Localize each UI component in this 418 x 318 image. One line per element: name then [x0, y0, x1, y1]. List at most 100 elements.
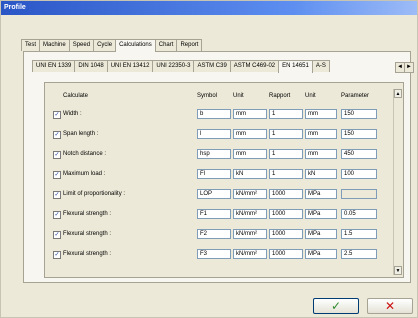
parameter-field[interactable]: 2.5: [341, 249, 377, 259]
unit-field[interactable]: mm: [233, 109, 267, 119]
tab-en-14651[interactable]: EN 14651: [278, 60, 313, 73]
calculate-checkbox[interactable]: ✓: [53, 251, 61, 259]
row-label: Span length :: [63, 131, 99, 137]
parameter-field[interactable]: 0.05: [341, 209, 377, 219]
scroll-down-icon[interactable]: ▼: [394, 266, 402, 275]
unit2-field[interactable]: MPa: [305, 229, 337, 239]
check-icon: ✓: [330, 299, 342, 313]
window-title: Profile: [1, 1, 417, 15]
tab-speed[interactable]: Speed: [68, 39, 95, 51]
row-label: Flexural strength :: [63, 231, 112, 237]
parameter-field[interactable]: 1.5: [341, 229, 377, 239]
symbol-field[interactable]: b: [197, 109, 231, 119]
calculate-checkbox[interactable]: ✓: [53, 191, 61, 199]
unit-field[interactable]: kN/mm²: [233, 249, 267, 259]
calculate-checkbox[interactable]: ✓: [53, 171, 61, 179]
tab-a-s[interactable]: A-S: [311, 60, 330, 72]
rapport-field[interactable]: 1000: [269, 249, 303, 259]
top-tab-strip: Test Machine Speed Cycle Calculations Ch…: [21, 39, 203, 52]
tab-cycle[interactable]: Cycle: [93, 39, 117, 51]
cancel-button[interactable]: ✕: [367, 298, 413, 314]
rapport-field[interactable]: 1000: [269, 209, 303, 219]
tab-scroll-arrows: ◄ ►: [395, 62, 414, 73]
parameters-grid: Calculate Symbol Unit Rapport Unit Param…: [44, 82, 404, 278]
table-row: ✓ Maximum load : Fl kN 1 kN 100: [45, 167, 385, 183]
row-label: Limit of proportionality :: [63, 191, 126, 197]
tab-uni-en-13412[interactable]: UNI EN 13412: [106, 60, 154, 72]
parameter-field[interactable]: 450: [341, 149, 377, 159]
close-icon: ✕: [384, 299, 396, 313]
rapport-field[interactable]: 1: [269, 129, 303, 139]
vertical-scrollbar[interactable]: ▲ ▼: [393, 89, 403, 275]
symbol-field[interactable]: Fl: [197, 169, 231, 179]
tab-chart[interactable]: Chart: [154, 39, 178, 51]
tab-uni-22350-3[interactable]: UNI 22350-3: [152, 60, 195, 72]
calculate-checkbox[interactable]: ✓: [53, 111, 61, 119]
symbol-field[interactable]: hsp: [197, 149, 231, 159]
rapport-field[interactable]: 1: [269, 169, 303, 179]
unit2-field[interactable]: MPa: [305, 249, 337, 259]
tab-report[interactable]: Report: [176, 39, 203, 51]
header-unit2: Unit: [305, 93, 316, 99]
unit2-field[interactable]: mm: [305, 149, 337, 159]
ok-button[interactable]: ✓: [313, 298, 359, 314]
table-row: ✓ Notch distance : hsp mm 1 mm 450: [45, 147, 385, 163]
parameter-field[interactable]: 150: [341, 109, 377, 119]
symbol-field[interactable]: l: [197, 129, 231, 139]
calculate-checkbox[interactable]: ✓: [53, 131, 61, 139]
symbol-field[interactable]: LOP: [197, 189, 231, 199]
rapport-field[interactable]: 1000: [269, 189, 303, 199]
tab-din-1048[interactable]: DIN 1048: [74, 60, 108, 72]
table-row: ✓ Flexural strength : F1 kN/mm² 1000 MPa…: [45, 207, 385, 223]
header-calculate: Calculate: [63, 93, 89, 99]
header-parameter: Parameter: [341, 93, 370, 99]
parameter-field[interactable]: 100: [341, 169, 377, 179]
row-label: Flexural strength :: [63, 251, 112, 257]
symbol-field[interactable]: F3: [197, 249, 231, 259]
calculate-checkbox[interactable]: ✓: [53, 151, 61, 159]
header-rapport: Rapport: [269, 93, 291, 99]
header-symbol: Symbol: [197, 93, 218, 99]
calculate-checkbox[interactable]: ✓: [53, 231, 61, 239]
tab-astm-c469-02[interactable]: ASTM C469-02: [229, 60, 280, 72]
unit2-field[interactable]: mm: [305, 129, 337, 139]
row-label: Maximum load :: [63, 171, 106, 177]
profile-window: Profile Test Machine Speed Cycle Calcula…: [0, 0, 418, 318]
unit2-field[interactable]: mm: [305, 109, 337, 119]
unit-field[interactable]: kN/mm²: [233, 189, 267, 199]
rapport-field[interactable]: 1: [269, 109, 303, 119]
rapport-field[interactable]: 1000: [269, 229, 303, 239]
unit-field[interactable]: mm: [233, 129, 267, 139]
symbol-field[interactable]: F2: [197, 229, 231, 239]
scroll-up-icon[interactable]: ▲: [394, 89, 402, 98]
tab-right-icon[interactable]: ►: [404, 62, 414, 73]
table-row: ✓ Span length : l mm 1 mm 150: [45, 127, 385, 143]
table-row: ✓ Limit of proportionality : LOP kN/mm² …: [45, 187, 385, 203]
unit-field[interactable]: kN/mm²: [233, 229, 267, 239]
parameter-field[interactable]: 150: [341, 129, 377, 139]
rapport-field[interactable]: 1: [269, 149, 303, 159]
unit-field[interactable]: kN/mm²: [233, 209, 267, 219]
parameter-field: [341, 189, 377, 199]
tab-machine[interactable]: Machine: [39, 39, 70, 51]
tab-calculations[interactable]: Calculations: [115, 39, 156, 52]
row-label: Width :: [63, 111, 82, 117]
tab-uni-en-1339[interactable]: UNI EN 1339: [32, 60, 76, 72]
unit-field[interactable]: mm: [233, 149, 267, 159]
tab-test[interactable]: Test: [21, 39, 41, 51]
standards-tab-strip: UNI EN 1339 DIN 1048 UNI EN 13412 UNI 22…: [32, 60, 330, 73]
table-row: ✓ Flexural strength : F3 kN/mm² 1000 MPa…: [45, 247, 385, 263]
row-label: Notch distance :: [63, 151, 107, 157]
table-row: ✓ Flexural strength : F2 kN/mm² 1000 MPa…: [45, 227, 385, 243]
tab-astm-c39[interactable]: ASTM C39: [193, 60, 231, 72]
calculate-checkbox[interactable]: ✓: [53, 211, 61, 219]
unit2-field[interactable]: MPa: [305, 209, 337, 219]
unit2-field[interactable]: MPa: [305, 189, 337, 199]
unit2-field[interactable]: kN: [305, 169, 337, 179]
unit-field[interactable]: kN: [233, 169, 267, 179]
symbol-field[interactable]: F1: [197, 209, 231, 219]
calculations-panel: UNI EN 1339 DIN 1048 UNI EN 13412 UNI 22…: [23, 51, 414, 283]
row-label: Flexural strength :: [63, 211, 112, 217]
table-row: ✓ Width : b mm 1 mm 150: [45, 107, 385, 123]
header-unit: Unit: [233, 93, 244, 99]
